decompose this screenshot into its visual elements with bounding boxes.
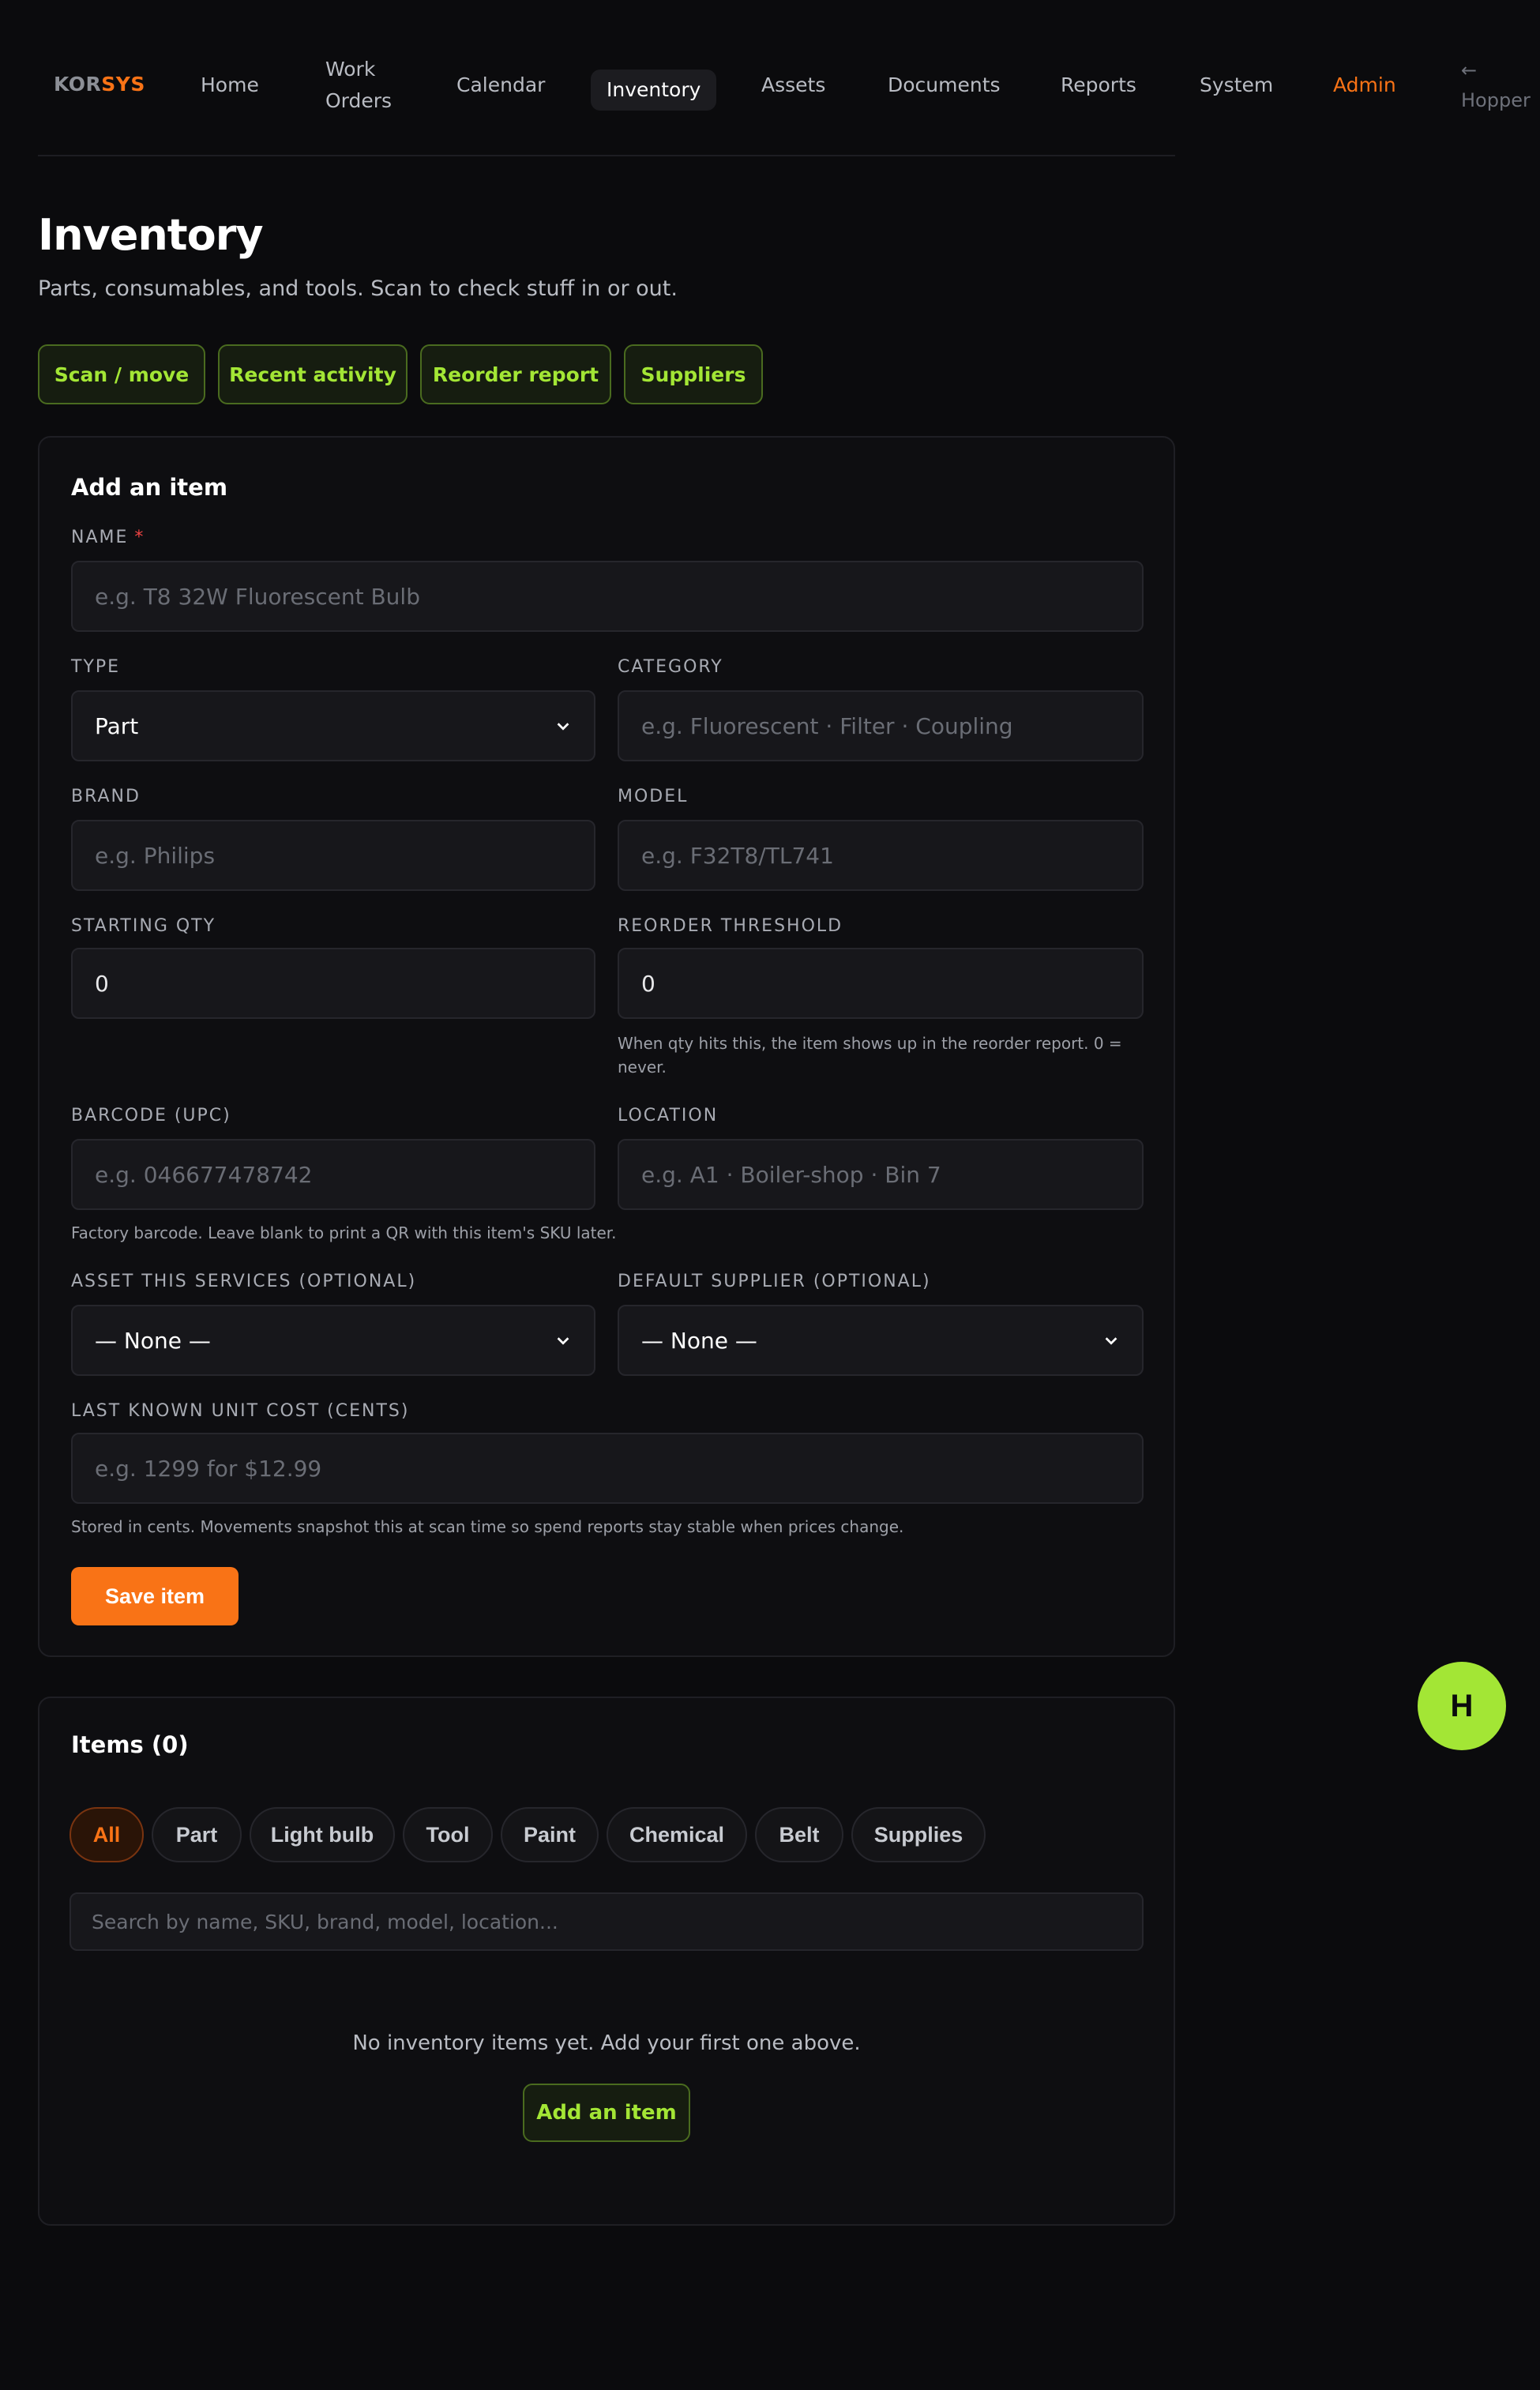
filter-all[interactable]: All	[69, 1807, 144, 1862]
reorder-threshold-input[interactable]: 0	[618, 948, 1144, 1019]
scan-move-button[interactable]: Scan / move	[38, 344, 205, 404]
recent-activity-button[interactable]: Recent activity	[218, 344, 408, 404]
brand-input[interactable]: e.g. Philips	[71, 820, 595, 891]
supplier-label: DEFAULT SUPPLIER (OPTIONAL)	[618, 1272, 931, 1291]
empty-state-message: No inventory items yet. Add your first o…	[352, 2031, 861, 2055]
filter-part[interactable]: Part	[152, 1807, 242, 1862]
asset-label: ASSET THIS SERVICES (OPTIONAL)	[71, 1272, 417, 1291]
brand-logo[interactable]: KORSYS	[54, 73, 145, 96]
category-label: CATEGORY	[618, 657, 723, 677]
reorder-threshold-label: REORDER THRESHOLD	[618, 916, 843, 936]
supplier-select-value: — None —	[641, 1327, 757, 1354]
name-input[interactable]: e.g. T8 32W Fluorescent Bulb	[71, 561, 1144, 632]
nav-item-work-orders[interactable]: Work Orders	[325, 54, 392, 117]
brand-label: BRAND	[71, 787, 141, 806]
type-select[interactable]: Part	[71, 690, 595, 761]
barcode-input[interactable]: e.g. 046677478742	[71, 1139, 595, 1210]
unit-cost-hint: Stored in cents. Movements snapshot this…	[71, 1517, 904, 1536]
filter-light-bulb[interactable]: Light bulb	[250, 1807, 395, 1862]
save-item-button[interactable]: Save item	[71, 1567, 239, 1625]
nav-item-documents[interactable]: Documents	[888, 70, 1001, 101]
chevron-down-icon	[557, 723, 569, 731]
nav-item-work-orders-line1: Work	[325, 58, 376, 81]
location-label: LOCATION	[618, 1106, 719, 1125]
type-select-value: Part	[95, 712, 139, 739]
nav-item-assets[interactable]: Assets	[761, 70, 825, 101]
chevron-down-icon	[557, 1337, 569, 1345]
location-input[interactable]: e.g. A1 · Boiler-shop · Bin 7	[618, 1139, 1144, 1210]
nav-item-system[interactable]: System	[1200, 70, 1273, 101]
chevron-down-icon	[1105, 1337, 1117, 1345]
name-label: NAME *	[71, 528, 145, 547]
reorder-hint-line2: never.	[618, 1058, 667, 1077]
logo-part-b: SYS	[101, 73, 145, 96]
filter-tool[interactable]: Tool	[403, 1807, 493, 1862]
filter-paint[interactable]: Paint	[501, 1807, 599, 1862]
starting-qty-input[interactable]: 0	[71, 948, 595, 1019]
filter-supplies[interactable]: Supplies	[851, 1807, 986, 1862]
unit-cost-input[interactable]: e.g. 1299 for $12.99	[71, 1433, 1144, 1504]
barcode-label: BARCODE (UPC)	[71, 1106, 231, 1125]
asset-select-value: — None —	[95, 1327, 211, 1354]
add-item-title: Add an item	[71, 474, 228, 501]
unit-cost-label: LAST KNOWN UNIT COST (CENTS)	[71, 1401, 410, 1421]
filter-chemical[interactable]: Chemical	[607, 1807, 747, 1862]
reorder-report-button[interactable]: Reorder report	[420, 344, 611, 404]
add-item-card: Add an item NAME * e.g. T8 32W Fluorescen…	[38, 436, 1175, 1657]
nav-item-work-orders-line2: Orders	[325, 89, 393, 112]
asset-select[interactable]: — None —	[71, 1305, 595, 1376]
name-label-text: NAME	[71, 528, 129, 547]
nav-item-inventory[interactable]: Inventory	[591, 70, 717, 111]
nav-divider	[38, 155, 1175, 156]
required-mark: *	[134, 528, 145, 547]
model-input[interactable]: e.g. F32T8/TL741	[618, 820, 1144, 891]
items-card: Items (0)	[38, 1697, 1175, 2226]
model-label: MODEL	[618, 787, 689, 806]
page-subtitle: Parts, consumables, and tools. Scan to c…	[38, 276, 678, 301]
nav-item-calendar[interactable]: Calendar	[456, 70, 545, 101]
barcode-hint: Factory barcode. Leave blank to print a …	[71, 1223, 617, 1242]
page-title: Inventory	[38, 210, 264, 260]
type-label: TYPE	[71, 657, 121, 677]
filter-belt[interactable]: Belt	[755, 1807, 843, 1862]
nav-item-admin[interactable]: Admin	[1333, 70, 1396, 101]
avatar-button[interactable]: H	[1418, 1662, 1506, 1750]
back-arrow-icon: ←	[1461, 59, 1478, 81]
supplier-select[interactable]: — None —	[618, 1305, 1144, 1376]
user-menu[interactable]: ← Hopper	[1461, 55, 1531, 115]
user-name: Hopper	[1461, 89, 1531, 111]
add-item-button[interactable]: Add an item	[523, 2084, 690, 2142]
items-title: Items (0)	[71, 1731, 189, 1758]
nav-item-home[interactable]: Home	[201, 70, 259, 101]
suppliers-button[interactable]: Suppliers	[624, 344, 763, 404]
category-input[interactable]: e.g. Fluorescent · Filter · Coupling	[618, 690, 1144, 761]
reorder-threshold-hint: When qty hits this, the item shows up in…	[618, 1032, 1139, 1079]
nav-item-reports[interactable]: Reports	[1061, 70, 1136, 101]
logo-part-a: KOR	[54, 73, 102, 96]
top-nav: KORSYS Home Work Orders Calendar Invento…	[0, 0, 1540, 158]
starting-qty-label: STARTING QTY	[71, 916, 216, 936]
reorder-hint-line1: When qty hits this, the item shows up in…	[618, 1034, 1122, 1053]
items-search-input[interactable]: Search by name, SKU, brand, model, locat…	[69, 1892, 1144, 1951]
